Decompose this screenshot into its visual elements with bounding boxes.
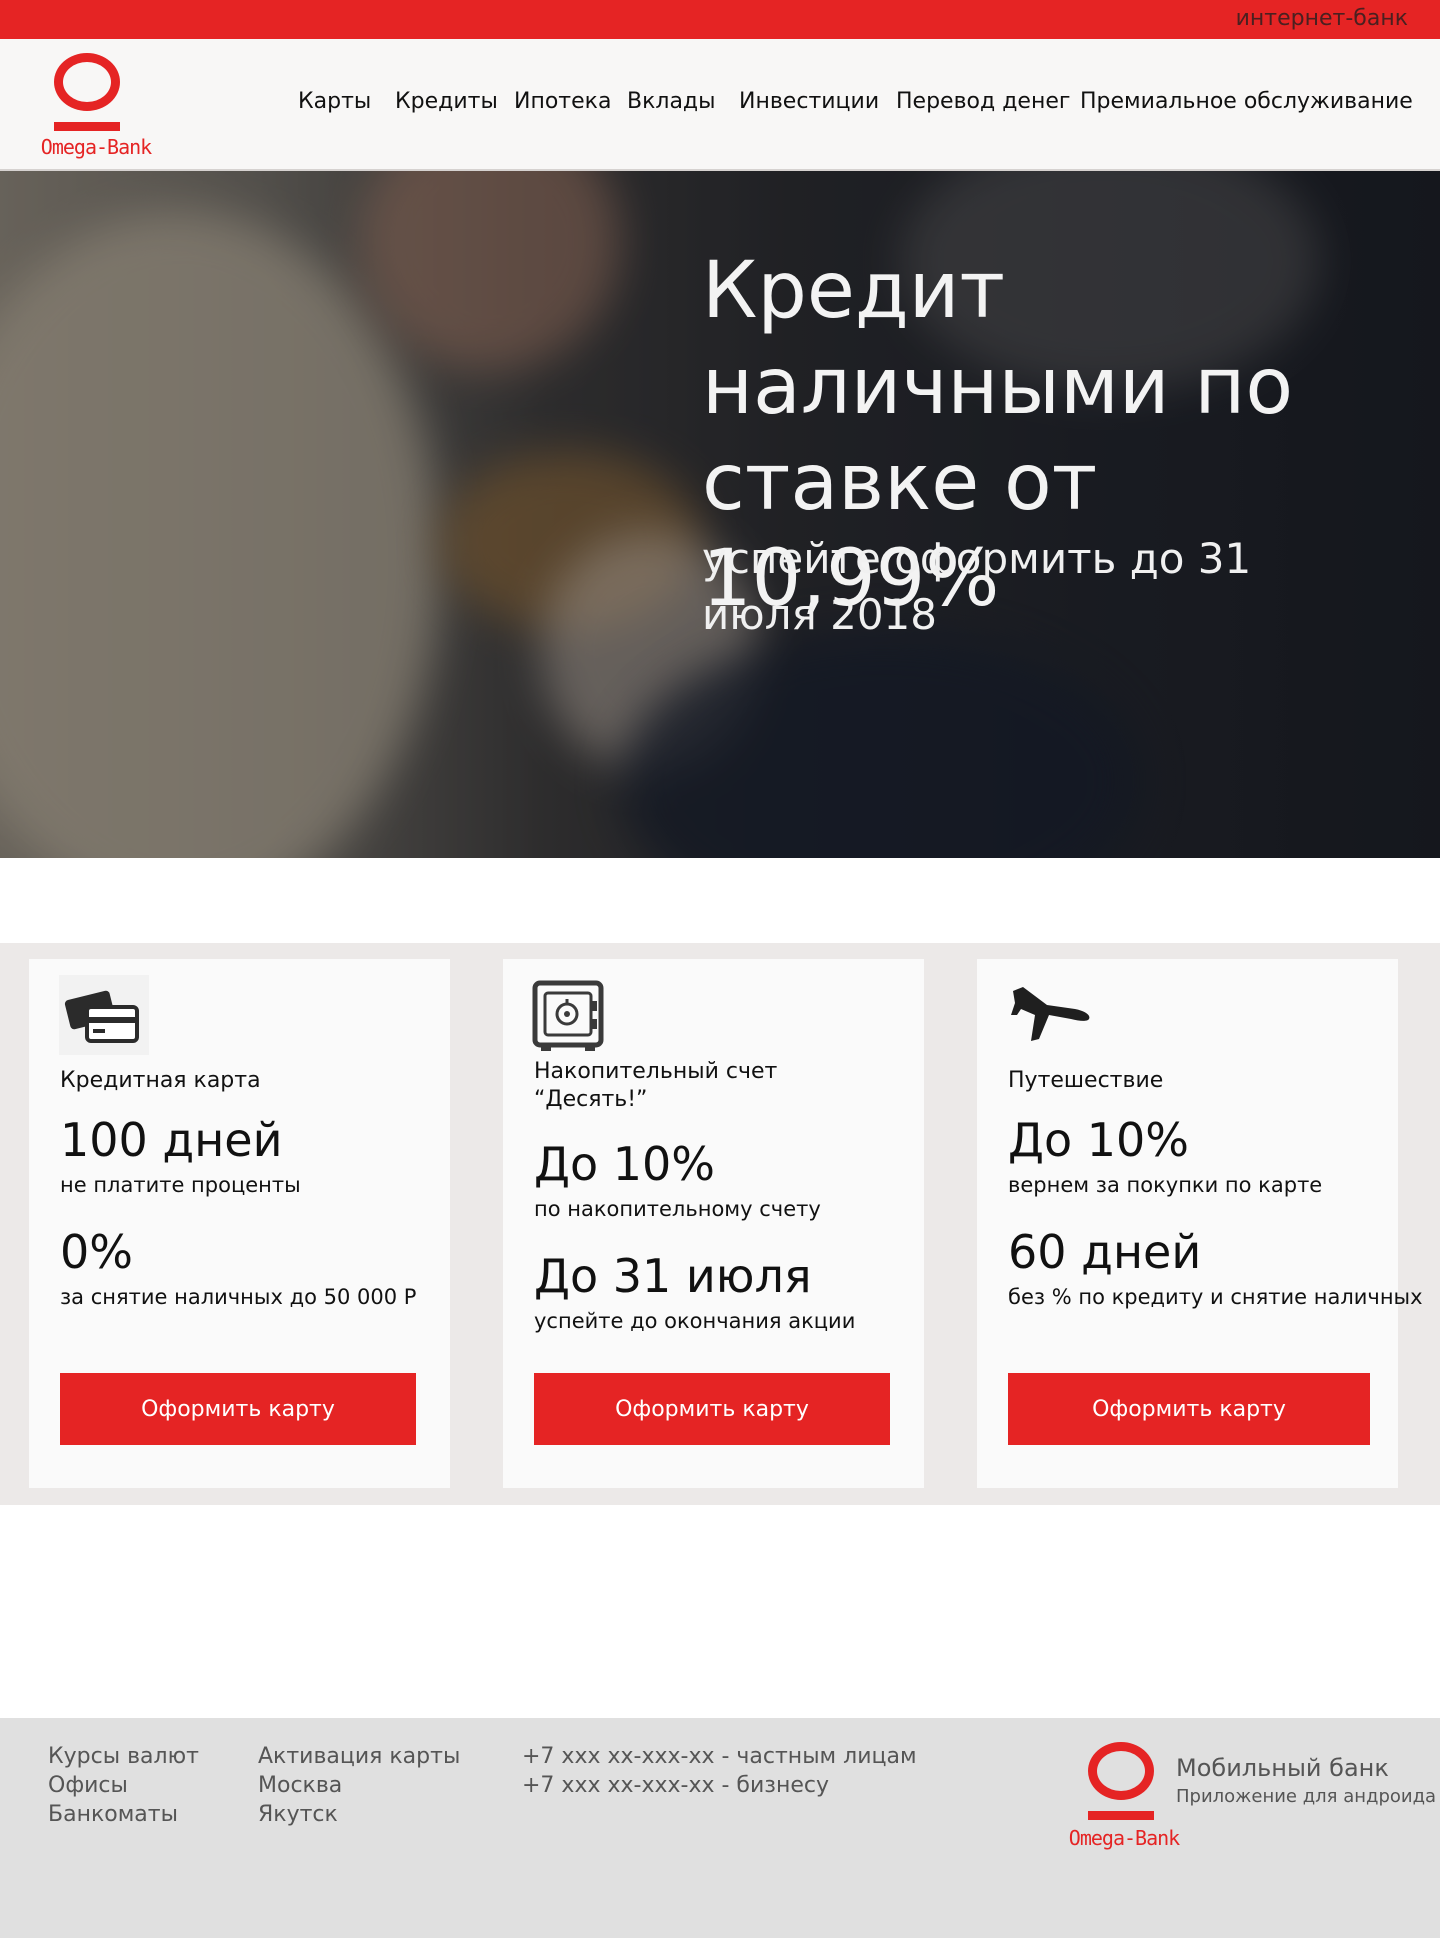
main-nav: Карты Кредиты Ипотека Вклады Инвестиции … (0, 89, 1440, 129)
footer-link-moscow[interactable]: Москва (258, 1771, 460, 1800)
hero-banner: Кредит наличными по ставке от 10,99% усп… (0, 171, 1440, 858)
footer-link-card-activation[interactable]: Активация карты (258, 1742, 460, 1771)
logo-text: Omega-Bank (40, 135, 152, 159)
footer-logo[interactable]: Omega-Bank (1062, 1742, 1182, 1862)
card-title: Путешествие (1008, 1068, 1164, 1093)
card-highlight: 60 дней (1008, 1225, 1202, 1279)
card-detail: за снятие наличных до 50 000 Р (60, 1285, 417, 1309)
nav-item-cards[interactable]: Карты (298, 89, 371, 114)
logo-bar-icon (1088, 1811, 1154, 1820)
product-card-travel: Путешествие До 10% вернем за покупки по … (977, 959, 1423, 1488)
nav-item-investments[interactable]: Инвестиции (739, 89, 879, 114)
logo-text: Omega-Bank (1068, 1826, 1180, 1850)
hero-subtitle: успейте оформить до 31 июля 2018 (702, 534, 1252, 639)
phone-business[interactable]: +7 xxx xx-xxx-xx - бизнесу (522, 1771, 917, 1800)
footer-column-phones: +7 xxx xx-xxx-xx - частным лицам +7 xxx … (522, 1742, 917, 1800)
top-bar: интернет-банк (0, 0, 1440, 39)
card-title: Накопительный счет “Десять!” (534, 1059, 778, 1112)
credit-cards-icon (59, 975, 149, 1055)
footer-link-rates[interactable]: Курсы валют (48, 1742, 199, 1771)
card-detail: не платите проценты (60, 1173, 301, 1197)
card-detail: без % по кредиту и снятие наличных (1008, 1285, 1423, 1309)
product-card-savings: Накопительный счет “Десять!” До 10% по н… (503, 959, 924, 1488)
card-highlight: До 10% (534, 1137, 715, 1191)
logo-ring-icon (1088, 1742, 1154, 1800)
card-highlight: До 10% (1008, 1113, 1189, 1167)
internet-bank-link[interactable]: интернет-банк (1236, 6, 1408, 31)
nav-item-deposits[interactable]: Вклады (627, 89, 716, 114)
apply-card-button[interactable]: Оформить карту (534, 1373, 890, 1445)
apply-card-button[interactable]: Оформить карту (60, 1373, 416, 1445)
nav-item-mortgage[interactable]: Ипотека (514, 89, 611, 114)
site-header: Omega-Bank Карты Кредиты Ипотека Вклады … (0, 39, 1440, 171)
footer-column-services: Курсы валют Офисы Банкоматы (48, 1742, 199, 1829)
card-detail: успейте до окончания акции (534, 1309, 856, 1333)
apply-card-button[interactable]: Оформить карту (1008, 1373, 1370, 1445)
nav-item-transfers[interactable]: Перевод денег (896, 89, 1070, 114)
card-detail: по накопительному счету (534, 1197, 821, 1221)
products-section: Кредитная карта 100 дней не платите проц… (0, 943, 1440, 1505)
footer-link-yakutsk[interactable]: Якутск (258, 1800, 460, 1829)
card-highlight: 0% (60, 1225, 133, 1279)
nav-item-credits[interactable]: Кредиты (395, 89, 498, 114)
product-card-credit: Кредитная карта 100 дней не платите проц… (29, 959, 450, 1488)
airplane-icon (1009, 975, 1099, 1055)
phone-private[interactable]: +7 xxx xx-xxx-xx - частным лицам (522, 1742, 917, 1771)
site-footer: Курсы валют Офисы Банкоматы Активация ка… (0, 1718, 1440, 1938)
card-highlight: До 31 июля (534, 1249, 812, 1303)
mobile-bank-title[interactable]: Мобильный банк (1176, 1754, 1389, 1782)
footer-column-cities: Активация карты Москва Якутск (258, 1742, 460, 1829)
footer-link-atms[interactable]: Банкоматы (48, 1800, 199, 1829)
mobile-bank-subtitle[interactable]: Приложение для андроида (1176, 1786, 1436, 1807)
card-title: Кредитная карта (60, 1068, 261, 1093)
card-detail: вернем за покупки по карте (1008, 1173, 1323, 1197)
safe-icon (531, 979, 621, 1059)
footer-link-offices[interactable]: Офисы (48, 1771, 199, 1800)
card-highlight: 100 дней (60, 1113, 283, 1167)
nav-item-premium[interactable]: Премиальное обслуживание (1080, 89, 1413, 114)
